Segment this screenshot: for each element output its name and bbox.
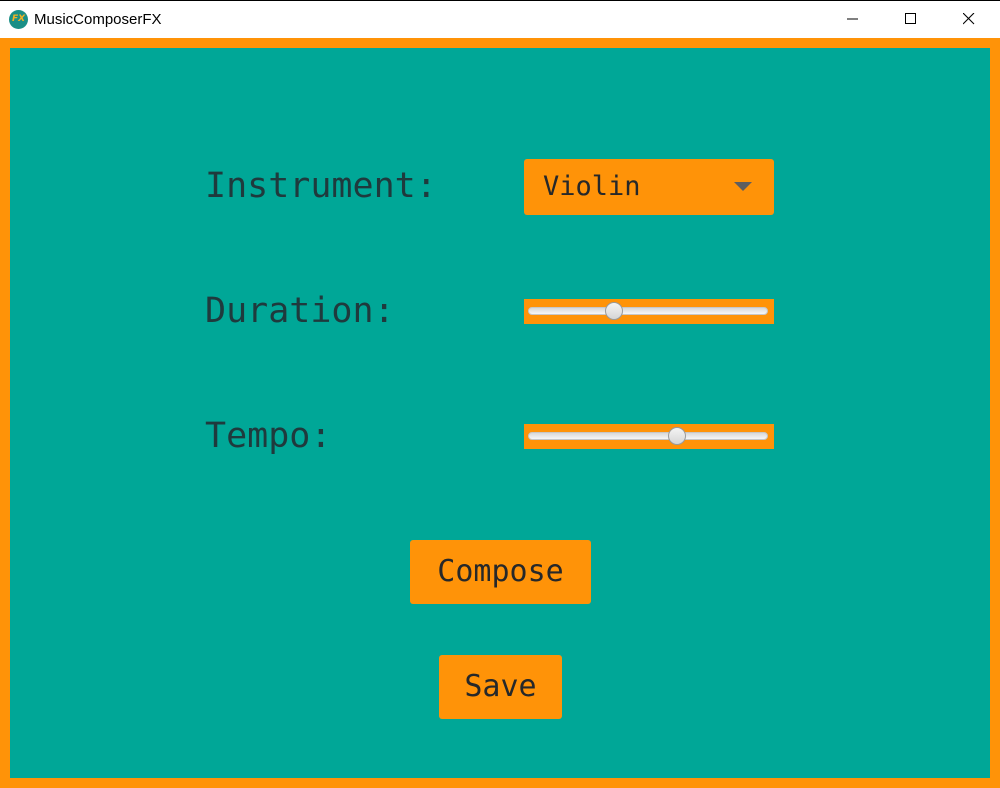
maximize-icon [905, 13, 916, 24]
minimize-icon [847, 18, 858, 20]
duration-label: Duration: [205, 291, 395, 331]
instrument-selected-value: Violin [543, 171, 641, 202]
app-icon: FX [9, 10, 28, 29]
compose-button[interactable]: Compose [410, 540, 591, 604]
tempo-slider-thumb[interactable] [667, 427, 686, 445]
tempo-slider-track [528, 432, 768, 440]
duration-slider-thumb[interactable] [605, 302, 624, 320]
chevron-down-icon [734, 182, 752, 191]
instrument-dropdown[interactable]: Violin [524, 159, 774, 215]
instrument-label: Instrument: [205, 166, 437, 206]
duration-slider-track [528, 307, 768, 315]
close-button[interactable] [946, 1, 992, 38]
tempo-label: Tempo: [205, 416, 332, 456]
tempo-slider[interactable] [524, 424, 774, 449]
maximize-button[interactable] [888, 1, 934, 38]
save-button[interactable]: Save [439, 655, 562, 719]
close-icon [963, 13, 975, 25]
duration-slider[interactable] [524, 299, 774, 324]
window-title: MusicComposerFX [34, 11, 162, 28]
app-window: FX MusicComposerFX Instrument: Violin Du… [0, 0, 1000, 788]
title-bar[interactable]: FX MusicComposerFX [0, 0, 1000, 38]
minimize-button[interactable] [830, 1, 876, 38]
